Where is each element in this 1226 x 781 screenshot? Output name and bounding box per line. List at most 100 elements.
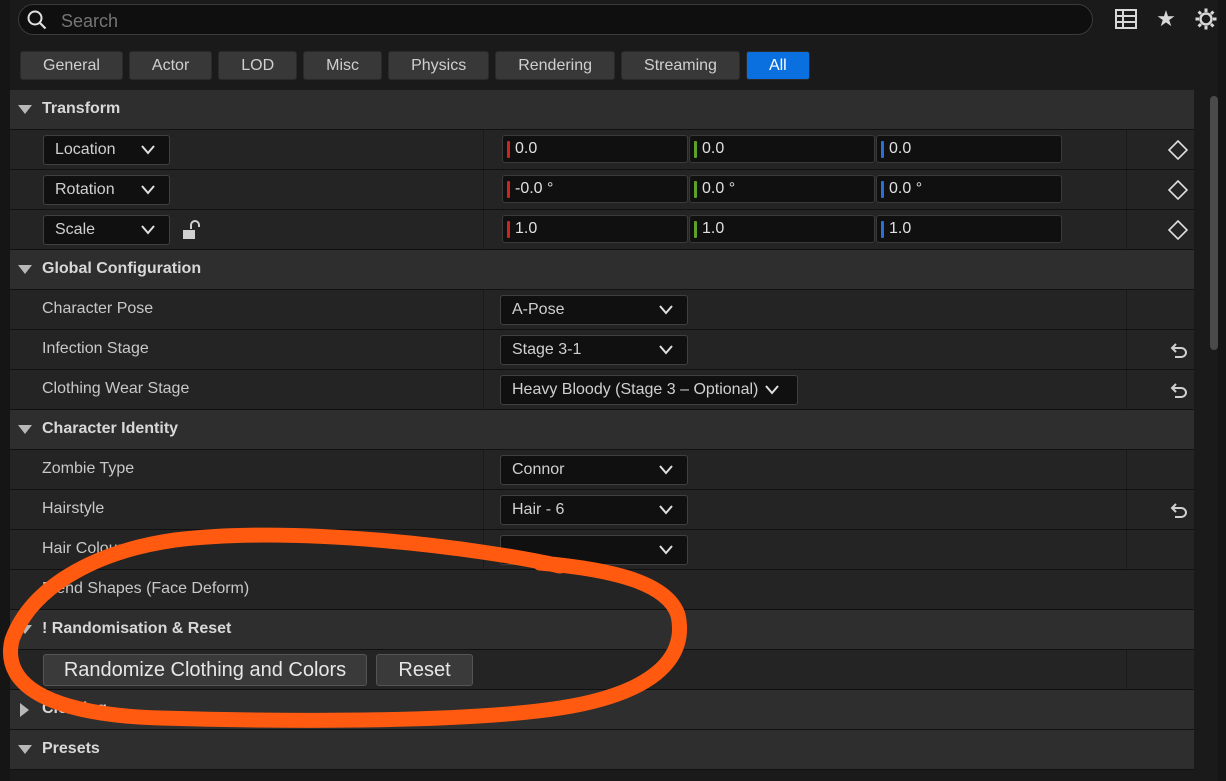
chevron-down-icon bbox=[659, 545, 673, 555]
rotation-z-value: 0.0 ° bbox=[889, 180, 923, 197]
expand-arrow-icon[interactable] bbox=[18, 105, 32, 114]
category-title: ! Randomisation & Reset bbox=[42, 620, 232, 637]
hairstyle-label: Hairstyle bbox=[42, 500, 105, 517]
chevron-down-icon bbox=[765, 385, 779, 395]
search-bar[interactable] bbox=[18, 4, 1093, 35]
blend-shapes-row[interactable]: Blend Shapes (Face Deform) bbox=[10, 570, 1194, 610]
category-randomisation-reset[interactable]: ! Randomisation & Reset bbox=[10, 610, 1194, 650]
scale-x-field[interactable]: 1.0 bbox=[502, 215, 688, 243]
category-global-configuration[interactable]: Global Configuration bbox=[10, 250, 1194, 290]
expand-arrow-icon[interactable] bbox=[18, 425, 32, 434]
location-x-value: 0.0 bbox=[515, 140, 538, 157]
category-presets[interactable]: Presets bbox=[10, 730, 1194, 770]
expand-arrow-icon[interactable] bbox=[18, 625, 32, 634]
unlock-icon[interactable] bbox=[182, 220, 202, 242]
category-transform[interactable]: Transform bbox=[10, 90, 1194, 130]
randomize-clothing-button[interactable]: Randomize Clothing and Colors bbox=[43, 654, 367, 686]
reset-button[interactable]: Reset bbox=[376, 654, 473, 686]
rotation-x-value: -0.0 ° bbox=[515, 180, 554, 197]
character-pose-label: Character Pose bbox=[42, 300, 154, 317]
hair-colour-row: Hair Colour bbox=[10, 530, 1194, 570]
reset-arrow-icon[interactable] bbox=[1170, 342, 1188, 358]
rotation-row: Rotation -0.0 ° 0.0 ° 0.0 ° bbox=[10, 170, 1194, 210]
rotation-x-field[interactable]: -0.0 ° bbox=[502, 175, 688, 203]
location-x-field[interactable]: 0.0 bbox=[502, 135, 688, 163]
tab-streaming[interactable]: Streaming bbox=[621, 51, 740, 80]
location-z-field[interactable]: 0.0 bbox=[876, 135, 1062, 163]
keyframe-diamond-icon[interactable] bbox=[1168, 180, 1188, 200]
character-pose-dropdown[interactable]: A-Pose bbox=[500, 295, 688, 325]
tab-misc[interactable]: Misc bbox=[303, 51, 383, 80]
property-list: Transform Location 0.0 0.0 0.0 Rotation … bbox=[10, 90, 1194, 770]
chevron-down-icon bbox=[141, 145, 155, 155]
tab-actor[interactable]: Actor bbox=[128, 51, 213, 80]
chevron-down-icon bbox=[141, 225, 155, 235]
reset-arrow-icon[interactable] bbox=[1170, 382, 1188, 398]
tab-all[interactable]: All bbox=[745, 51, 810, 80]
infection-stage-dropdown[interactable]: Stage 3-1 bbox=[500, 335, 688, 365]
rotation-y-field[interactable]: 0.0 ° bbox=[689, 175, 875, 203]
tab-physics[interactable]: Physics bbox=[388, 51, 490, 80]
gear-icon[interactable] bbox=[1193, 6, 1219, 32]
character-pose-value: A-Pose bbox=[512, 301, 565, 318]
category-title: Global Configuration bbox=[42, 260, 202, 277]
rotation-dropdown[interactable]: Rotation bbox=[43, 175, 170, 205]
scale-row: Scale 1.0 1.0 1.0 bbox=[10, 210, 1194, 250]
randomisation-buttons-row: Randomize Clothing and Colors Reset bbox=[10, 650, 1194, 690]
infection-stage-row: Infection Stage Stage 3-1 bbox=[10, 330, 1194, 370]
scale-x-value: 1.0 bbox=[515, 220, 538, 237]
category-title: Character Identity bbox=[42, 420, 179, 437]
location-y-value: 0.0 bbox=[702, 140, 725, 157]
hair-colour-dropdown[interactable] bbox=[500, 535, 688, 565]
chevron-down-icon bbox=[141, 185, 155, 195]
zombie-type-value: Connor bbox=[512, 461, 565, 478]
expand-arrow-icon[interactable] bbox=[18, 265, 32, 274]
search-input[interactable] bbox=[59, 8, 1063, 34]
hairstyle-row: Hairstyle Hair - 6 bbox=[10, 490, 1194, 530]
location-y-field[interactable]: 0.0 bbox=[689, 135, 875, 163]
category-tabs: General Actor LOD Misc Physics Rendering… bbox=[20, 51, 810, 80]
zombie-type-dropdown[interactable]: Connor bbox=[500, 455, 688, 485]
chevron-down-icon bbox=[659, 305, 673, 315]
clothing-wear-stage-label: Clothing Wear Stage bbox=[42, 380, 190, 397]
keyframe-diamond-icon[interactable] bbox=[1168, 220, 1188, 240]
star-icon[interactable]: ★ bbox=[1153, 6, 1179, 32]
infection-stage-value: Stage 3-1 bbox=[512, 341, 582, 358]
search-icon bbox=[27, 10, 47, 30]
clothing-wear-stage-value: Heavy Bloody (Stage 3 – Optional) bbox=[512, 381, 759, 398]
category-character-identity[interactable]: Character Identity bbox=[10, 410, 1194, 450]
rotation-z-field[interactable]: 0.0 ° bbox=[876, 175, 1062, 203]
table-icon[interactable] bbox=[1113, 6, 1139, 32]
hairstyle-dropdown[interactable]: Hair - 6 bbox=[500, 495, 688, 525]
category-title: Transform bbox=[42, 100, 121, 117]
reset-arrow-icon[interactable] bbox=[1170, 502, 1188, 518]
chevron-down-icon bbox=[659, 505, 673, 515]
keyframe-diamond-icon[interactable] bbox=[1168, 140, 1188, 160]
zombie-type-row: Zombie Type Connor bbox=[10, 450, 1194, 490]
rotation-y-value: 0.0 ° bbox=[702, 180, 736, 197]
tab-rendering[interactable]: Rendering bbox=[495, 51, 616, 80]
tab-lod[interactable]: LOD bbox=[218, 51, 298, 80]
category-clothing[interactable]: Clothing bbox=[10, 690, 1194, 730]
chevron-down-icon bbox=[659, 345, 673, 355]
scale-y-value: 1.0 bbox=[702, 220, 725, 237]
collapsed-arrow-icon[interactable] bbox=[20, 703, 29, 717]
expand-arrow-icon[interactable] bbox=[18, 745, 32, 754]
scale-z-field[interactable]: 1.0 bbox=[876, 215, 1062, 243]
tab-general[interactable]: General bbox=[20, 51, 123, 80]
scale-z-value: 1.0 bbox=[889, 220, 912, 237]
clothing-wear-stage-row: Clothing Wear Stage Heavy Bloody (Stage … bbox=[10, 370, 1194, 410]
scale-dropdown[interactable]: Scale bbox=[43, 215, 170, 245]
blend-shapes-label: Blend Shapes (Face Deform) bbox=[42, 580, 250, 597]
chevron-down-icon bbox=[659, 465, 673, 475]
character-pose-row: Character Pose A-Pose bbox=[10, 290, 1194, 330]
clothing-wear-stage-dropdown[interactable]: Heavy Bloody (Stage 3 – Optional) bbox=[500, 375, 798, 405]
location-z-value: 0.0 bbox=[889, 140, 912, 157]
category-title: Presets bbox=[42, 740, 100, 757]
hairstyle-value: Hair - 6 bbox=[512, 501, 565, 518]
infection-stage-label: Infection Stage bbox=[42, 340, 149, 357]
scrollbar-thumb[interactable] bbox=[1210, 96, 1218, 350]
scale-y-field[interactable]: 1.0 bbox=[689, 215, 875, 243]
location-dropdown[interactable]: Location bbox=[43, 135, 170, 165]
zombie-type-label: Zombie Type bbox=[42, 460, 135, 477]
